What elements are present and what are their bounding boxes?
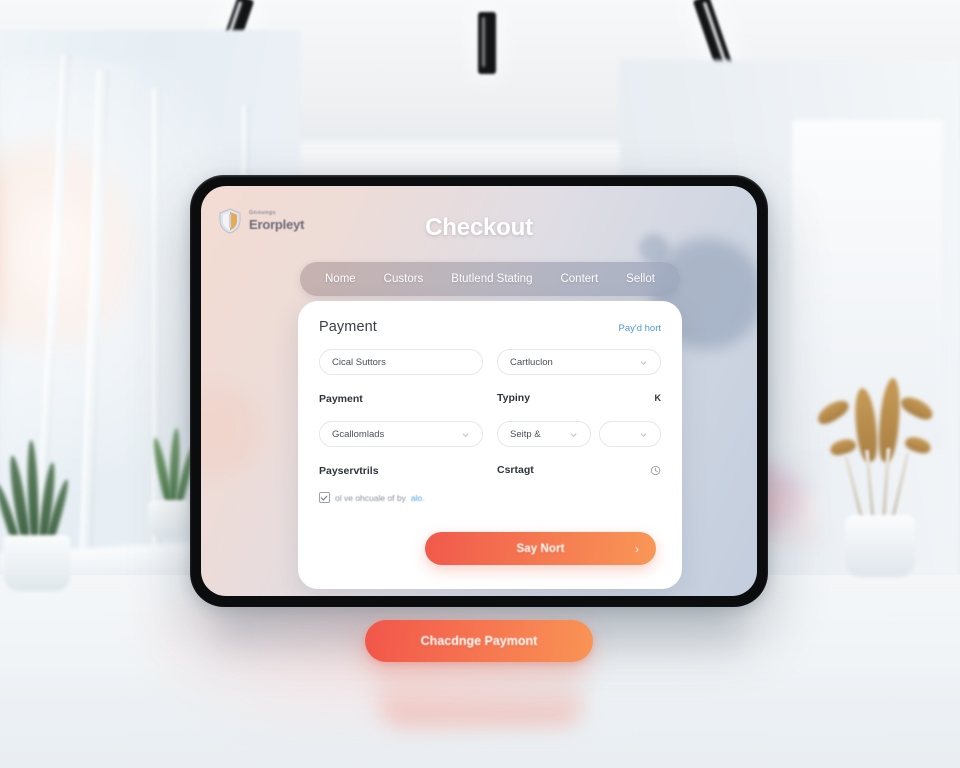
tablet-device: Gnoungs Erorpleyt Checkout Nome Custors … (190, 175, 768, 607)
screen-decor-circle-peach (201, 386, 261, 476)
contact-label: Csrtagt (497, 464, 534, 476)
country-select-value: Cartluclon (510, 356, 553, 368)
setup-select[interactable]: Seitp & (497, 421, 591, 447)
plant-pot-left-small (148, 500, 190, 538)
extra-select[interactable] (599, 421, 661, 447)
name-input[interactable]: Cical Suttors (319, 349, 483, 375)
consent-row[interactable]: ol ve ohcuale of by alo. (319, 492, 661, 503)
consent-text: ol ve ohcuale of by (335, 492, 406, 503)
nav-item-0[interactable]: Nome (325, 273, 356, 285)
consent-checkbox[interactable] (319, 492, 330, 503)
label-col-right: Typiny K (497, 392, 661, 404)
scene-root: Gnoungs Erorpleyt Checkout Nome Custors … (0, 0, 960, 768)
card-title: Payment (319, 319, 377, 335)
chevron-down-icon (640, 360, 647, 365)
details-label: Payservtrils (319, 465, 379, 477)
plant-pot-left (4, 535, 70, 591)
label-col-right-2: Csrtagt (497, 464, 661, 476)
clock-icon (650, 465, 661, 475)
payment-label: Payment (319, 393, 363, 405)
outer-button-reflection (378, 668, 584, 726)
ceiling-light-center (478, 12, 496, 74)
change-payment-button[interactable]: Chacdnge Paymont (365, 620, 593, 662)
setup-select-value: Seitp & (510, 428, 541, 440)
chevron-down-icon (462, 432, 469, 437)
submit-button-label: Say Nort (516, 542, 565, 555)
form-label-row-2: Payservtrils Csrtagt (319, 461, 661, 479)
country-select[interactable]: Cartluclon (497, 349, 661, 375)
plant-pot-right (845, 515, 915, 577)
nav-item-3[interactable]: Contert (560, 273, 598, 285)
form-row-2: Gcallomlads Seitp & (319, 421, 661, 447)
card-header: Payment Pay'd hort (319, 319, 661, 335)
submit-button[interactable]: Say Nort › (425, 532, 656, 565)
chevron-down-icon (570, 432, 577, 437)
page-title: Checkout (425, 214, 533, 241)
nav-item-2[interactable]: Btutlend Stating (451, 273, 532, 285)
form-col-left-2: Gcallomlads (319, 421, 483, 447)
label-col-left-2: Payservtrils (319, 461, 483, 479)
nav-item-1[interactable]: Custors (384, 273, 424, 285)
chevron-right-icon: › (635, 541, 639, 556)
method-select[interactable]: Gcallomlads (319, 421, 483, 447)
main-nav: Nome Custors Btutlend Stating Contert Se… (300, 262, 680, 296)
label-col-left: Payment (319, 389, 483, 407)
typing-label: Typiny (497, 392, 531, 404)
typing-meta: K (654, 393, 662, 403)
chevron-down-icon (640, 432, 647, 437)
form-label-row-1: Payment Typiny K (319, 389, 661, 407)
consent-link[interactable]: alo. (411, 493, 425, 503)
name-input-value: Cical Suttors (332, 356, 386, 368)
card-header-link[interactable]: Pay'd hort (619, 323, 661, 334)
nav-item-4[interactable]: Sellot (626, 273, 655, 285)
form-col-left: Cical Suttors (319, 349, 483, 375)
payment-card: Payment Pay'd hort Cical Suttors Cartluc… (298, 301, 682, 589)
method-select-value: Gcallomlads (332, 428, 385, 440)
form-row-1: Cical Suttors Cartluclon (319, 349, 661, 375)
tablet-screen: Gnoungs Erorpleyt Checkout Nome Custors … (201, 186, 757, 596)
change-payment-button-label: Chacdnge Paymont (420, 634, 538, 648)
form-col-right-2: Seitp & (497, 421, 661, 447)
form-col-right: Cartluclon (497, 349, 661, 375)
